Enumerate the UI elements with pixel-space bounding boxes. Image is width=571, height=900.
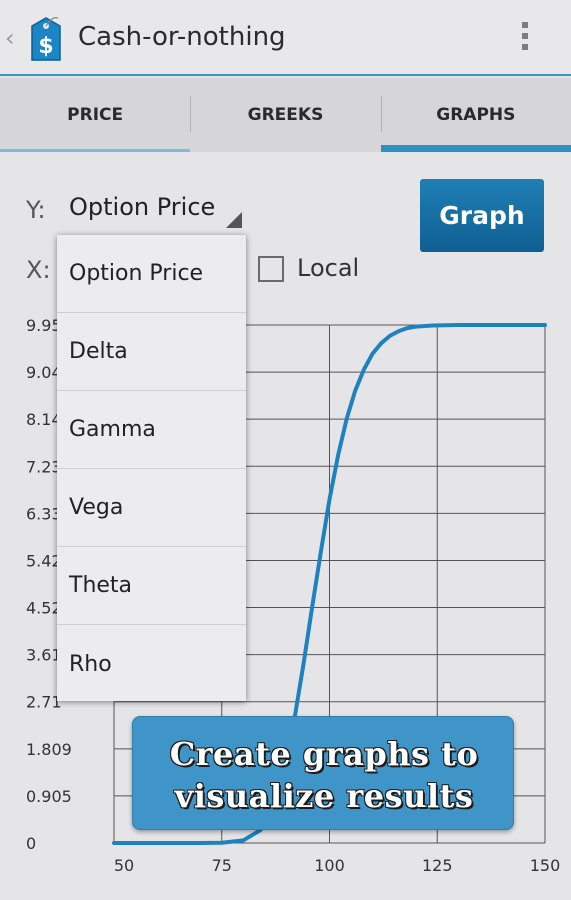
x-axis-label: X: (26, 256, 51, 284)
banner-line-1: Create graphs to (169, 735, 479, 773)
tab-indicator (190, 148, 380, 152)
x-tick-label: 150 (530, 856, 561, 875)
y-tick-label: 0.905 (26, 787, 72, 806)
tab-indicator (0, 149, 191, 152)
y-variable-value: Option Price (69, 193, 216, 221)
action-bar: ‹ $ Cash-or-nothing (0, 0, 571, 76)
y-variable-spinner[interactable]: Option Price (62, 188, 242, 230)
app-title: Cash-or-nothing (78, 22, 286, 52)
tab-graphs[interactable]: GRAPHS (380, 78, 571, 152)
y-tick-label: 1.809 (26, 740, 72, 759)
chevron-left-icon[interactable]: ‹ (5, 24, 15, 52)
dropdown-option[interactable]: Theta (57, 547, 246, 625)
dropdown-option[interactable]: Option Price (57, 235, 246, 313)
y-variable-dropdown-menu: Option Price Delta Gamma Vega Theta Rho (57, 235, 246, 701)
overflow-menu-icon[interactable] (520, 22, 530, 54)
tab-bar: PRICE GREEKS GRAPHS (0, 78, 571, 152)
tab-graphs-label: GRAPHS (436, 105, 516, 125)
tab-greeks-label: GREEKS (247, 105, 324, 125)
dropdown-option[interactable]: Vega (57, 469, 246, 547)
y-axis-label: Y: (26, 196, 46, 224)
dropdown-option[interactable]: Gamma (57, 391, 246, 469)
promo-banner: Create graphs to visualize results (132, 716, 514, 830)
local-checkbox[interactable] (258, 256, 284, 282)
price-tag-dollar-icon[interactable]: $ (26, 16, 66, 62)
x-tick-label: 125 (422, 856, 453, 875)
banner-line-2: visualize results (174, 777, 474, 815)
tab-greeks[interactable]: GREEKS (190, 78, 380, 152)
tab-indicator-selected (380, 145, 571, 152)
dropdown-option[interactable]: Rho (57, 625, 246, 703)
graph-button[interactable]: Graph (420, 179, 544, 252)
x-tick-label: 100 (314, 856, 345, 875)
dropdown-option[interactable]: Delta (57, 313, 246, 391)
y-tick-label: 0 (26, 834, 36, 853)
x-tick-label: 50 (114, 856, 134, 875)
local-label: Local (297, 254, 360, 282)
svg-text:$: $ (38, 34, 53, 59)
x-tick-label: 75 (212, 856, 232, 875)
tab-price[interactable]: PRICE (0, 78, 191, 152)
dropdown-triangle-icon (226, 212, 242, 228)
tab-price-label: PRICE (67, 105, 124, 125)
